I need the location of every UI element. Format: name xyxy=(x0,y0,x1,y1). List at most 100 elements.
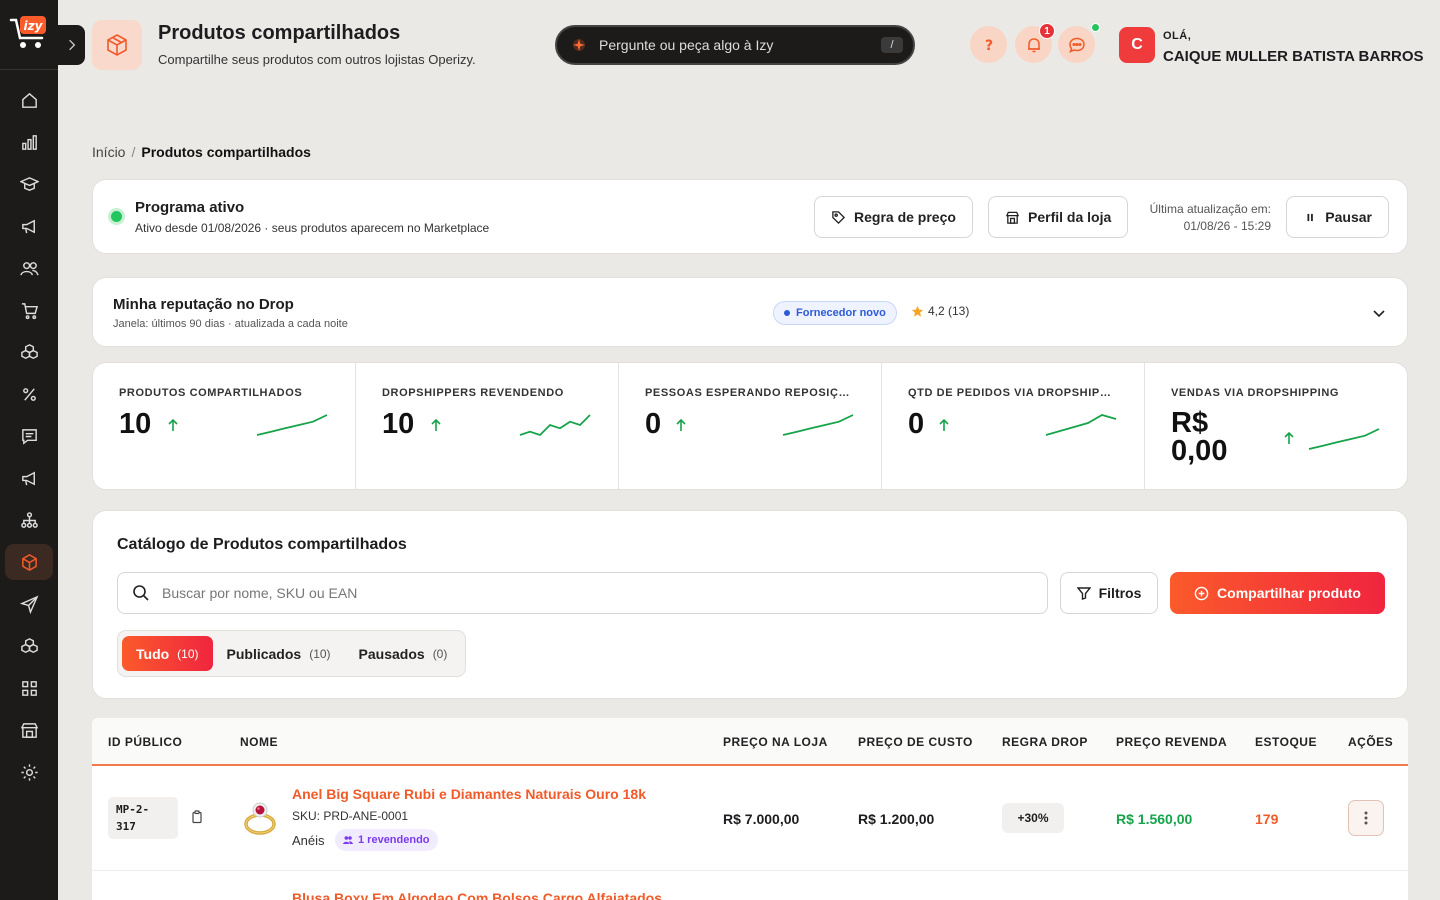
ask-izy-input[interactable]: Pergunte ou peça algo à Izy / xyxy=(555,25,915,65)
sparkline-path xyxy=(519,414,591,437)
table-row[interactable]: Blusa Boxy Em Algodao Com Bolsos Cargo A… xyxy=(92,872,1408,900)
nav-messages-icon[interactable] xyxy=(5,418,53,454)
copy-clipboard-icon[interactable] xyxy=(190,810,204,824)
metric-label: VENDAS VIA DROPSHIPPING xyxy=(1171,387,1340,399)
column-header[interactable]: PREÇO DE CUSTO xyxy=(858,735,973,749)
ask-placeholder: Pergunte ou peça algo à Izy xyxy=(599,37,774,53)
column-header[interactable]: ESTOQUE xyxy=(1255,735,1317,749)
shortcut-key-badge: / xyxy=(881,37,903,53)
izy-logo[interactable]: izy xyxy=(8,12,50,52)
trend-up-arrow-icon xyxy=(1284,431,1294,444)
user-name[interactable]: CAIQUE MULLER BATISTA BARROS xyxy=(1163,48,1424,65)
help-button[interactable]: ? xyxy=(970,26,1007,63)
avatar[interactable]: C xyxy=(1119,27,1155,63)
store-profile-button[interactable]: Perfil da loja xyxy=(988,196,1129,238)
tab-paused[interactable]: Pausados (0) xyxy=(345,636,462,671)
cost-price: R$ 1.200,00 xyxy=(858,811,935,827)
tab-published[interactable]: Publicados (10) xyxy=(213,636,345,671)
tab-count: (0) xyxy=(432,646,448,661)
chevron-down-icon[interactable] xyxy=(1371,305,1387,321)
metric-sparkline xyxy=(782,414,854,436)
nav-home-icon[interactable] xyxy=(5,82,53,118)
supplier-status-badge: Fornecedor novo xyxy=(773,301,897,325)
price-rule-button[interactable]: Regra de preço xyxy=(814,196,973,238)
tab-all[interactable]: Tudo (10) xyxy=(122,636,213,671)
trend-up-arrow-icon xyxy=(939,418,949,431)
sidebar-divider xyxy=(0,69,58,70)
notifications-button[interactable]: 1 xyxy=(1015,23,1055,63)
search-input[interactable] xyxy=(162,585,942,601)
column-header[interactable]: PREÇO REVENDA xyxy=(1116,735,1227,749)
column-header[interactable]: PREÇO NA LOJA xyxy=(723,735,828,749)
column-header[interactable]: REGRA DROP xyxy=(1002,735,1088,749)
nav-settings-gear-icon[interactable] xyxy=(5,754,53,790)
metric-value: 0 xyxy=(645,408,662,440)
metric-sparkline xyxy=(256,414,328,436)
reputation-card[interactable]: Minha reputação no Drop Janela: últimos … xyxy=(92,277,1408,347)
metric-shared-products: PRODUTOS COMPARTILHADOS 10 xyxy=(93,363,356,489)
nav-send-icon[interactable] xyxy=(5,586,53,622)
nav-customers-icon[interactable] xyxy=(5,250,53,286)
page-box-icon xyxy=(92,20,142,70)
metric-dropship-orders: QTD DE PEDIDOS VIA DROPSHIPPI... 0 xyxy=(882,363,1145,489)
metric-label: PESSOAS ESPERANDO REPOSIÇÃO xyxy=(645,387,855,399)
rating: 4,2 (13) xyxy=(911,304,969,318)
share-product-label: Compartilhar produto xyxy=(1217,585,1361,601)
stock-value: 179 xyxy=(1255,811,1279,827)
nav-stock-icon[interactable] xyxy=(5,628,53,664)
store-icon xyxy=(1005,211,1020,224)
table-row[interactable]: MP-2- 317 Anel Big Square Rubi e Diamant… xyxy=(92,768,1408,871)
row-actions-button[interactable] xyxy=(1348,800,1384,836)
nav-products-icon[interactable] xyxy=(5,334,53,370)
supplier-status-label: Fornecedor novo xyxy=(796,307,886,319)
nav-shared-products-icon[interactable] xyxy=(5,544,53,580)
metric-label: DROPSHIPPERS REVENDENDO xyxy=(382,387,564,399)
nav-orders-cart-icon[interactable] xyxy=(5,292,53,328)
search-box[interactable] xyxy=(117,572,1048,614)
sparkline-path xyxy=(256,414,328,436)
tag-icon xyxy=(832,210,846,224)
nav-academy-icon[interactable] xyxy=(5,166,53,202)
pause-button[interactable]: Pausar xyxy=(1286,196,1389,238)
public-id-line: 317 xyxy=(116,820,136,833)
resale-price: R$ 1.560,00 xyxy=(1116,811,1193,827)
product-thumbnail-ring[interactable] xyxy=(240,790,280,846)
sidebar-toggle-button[interactable] xyxy=(58,25,85,65)
nav-reports-icon[interactable] xyxy=(5,124,53,160)
metric-waiting-restock: PESSOAS ESPERANDO REPOSIÇÃO 0 xyxy=(619,363,882,489)
bell-icon xyxy=(1027,37,1040,52)
notification-count-badge: 1 xyxy=(1039,23,1055,39)
public-id-line: MP-2- xyxy=(116,803,150,816)
filters-button[interactable]: Filtros xyxy=(1060,572,1158,614)
chat-button[interactable] xyxy=(1058,23,1100,63)
product-name-link[interactable]: Blusa Boxy Em Algodao Com Bolsos Cargo A… xyxy=(292,890,662,900)
share-product-button[interactable]: Compartilhar produto xyxy=(1170,572,1385,614)
tab-label: Tudo xyxy=(136,645,170,662)
search-icon xyxy=(133,585,149,601)
drop-rule-badge: +30% xyxy=(1002,803,1064,833)
price-rule-label: Regra de preço xyxy=(854,209,956,225)
column-header[interactable]: NOME xyxy=(240,735,278,749)
question-icon: ? xyxy=(984,38,992,54)
nav-network-icon[interactable] xyxy=(5,502,53,538)
star-icon xyxy=(911,305,924,317)
greeting: OLÁ, xyxy=(1163,30,1192,42)
nav-store-icon[interactable] xyxy=(5,712,53,748)
metric-value-currency: R$ xyxy=(1171,407,1209,439)
store-price: R$ 7.000,00 xyxy=(723,811,800,827)
breadcrumb-current: Produtos compartilhados xyxy=(141,144,311,160)
svg-text:izy: izy xyxy=(24,19,44,33)
nav-campaigns-icon[interactable] xyxy=(5,460,53,496)
nav-apps-grid-icon[interactable] xyxy=(5,670,53,706)
breadcrumb-home-link[interactable]: Início xyxy=(92,144,125,160)
metric-value: 0 xyxy=(908,408,925,440)
catalog-card: Catálogo de Produtos compartilhados Filt… xyxy=(92,510,1408,699)
nav-discounts-icon[interactable] xyxy=(5,376,53,412)
plus-circle-icon xyxy=(1194,586,1209,600)
product-name-link[interactable]: Anel Big Square Rubi e Diamantes Naturai… xyxy=(292,786,646,802)
nav-marketing-icon[interactable] xyxy=(5,208,53,244)
column-header[interactable]: ID PÚBLICO xyxy=(108,735,182,749)
metric-sparkline xyxy=(1308,428,1380,450)
trend-up-arrow-icon xyxy=(676,418,686,431)
last-update-value: 01/08/26 - 15:29 xyxy=(1183,219,1271,233)
